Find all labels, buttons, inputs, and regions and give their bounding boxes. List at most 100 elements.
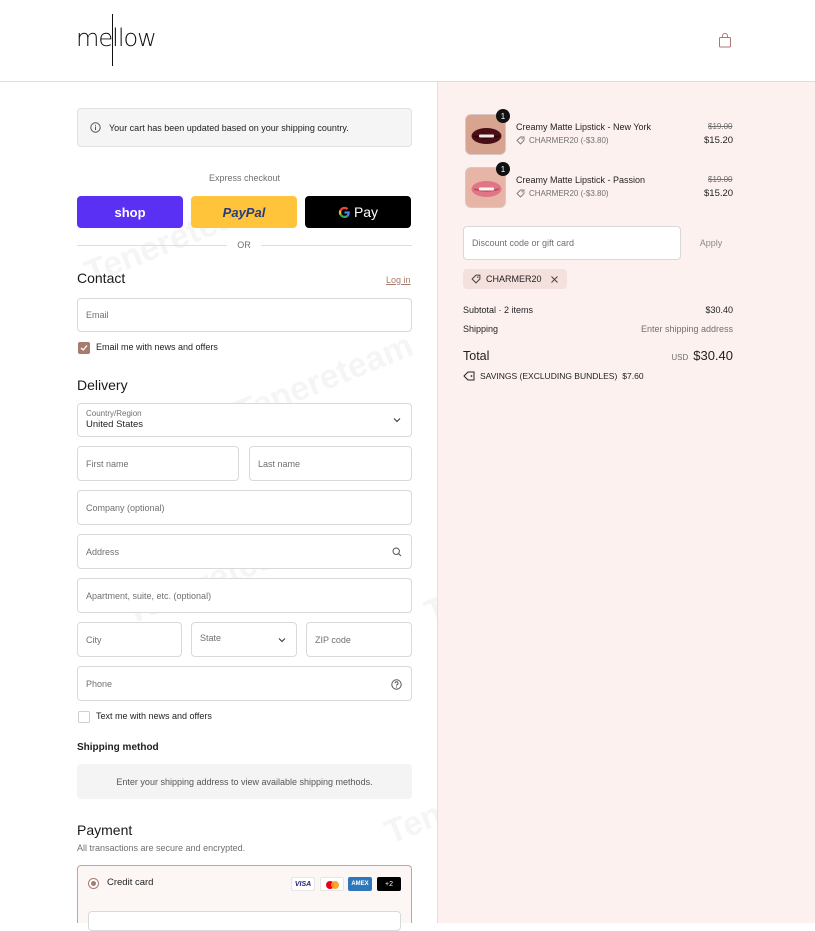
paypal-label: PayPal	[222, 204, 266, 220]
savings-row: SAVINGS (EXCLUDING BUNDLES) $7.60	[480, 371, 644, 381]
visa-label: VISA	[294, 880, 312, 888]
city-placeholder: City	[86, 634, 102, 645]
express-checkout-label: Express checkout	[208, 173, 281, 183]
country-select[interactable]: Country/Region United States	[77, 403, 412, 437]
credit-card-label: Credit card	[107, 877, 154, 888]
apply-label: Apply	[699, 238, 723, 248]
address-placeholder: Address	[86, 546, 120, 557]
credit-card-radio[interactable]	[88, 878, 99, 889]
cart-notice: Your cart has been updated based on your…	[77, 108, 412, 147]
item-name: Creamy Matte Lipstick - New York	[516, 122, 652, 132]
shipping-method-message: Enter your shipping address to view avai…	[116, 776, 373, 787]
more-cards-label: +2	[385, 880, 393, 888]
company-placeholder: Company (optional)	[86, 502, 165, 513]
savings-tag-icon	[463, 371, 475, 381]
item-name: Creamy Matte Lipstick - Passion	[516, 175, 646, 185]
item-discount: CHARMER20 (-$3.80)	[529, 136, 609, 145]
zip-field[interactable]: ZIP code	[306, 622, 412, 657]
shipping-value: Enter shipping address	[640, 324, 733, 334]
info-icon	[90, 122, 101, 133]
quantity-value: 1	[500, 111, 506, 121]
contact-heading: Contact	[77, 270, 126, 286]
item-discount: CHARMER20 (-$3.80)	[529, 189, 609, 198]
discount-code-placeholder: Discount code or gift card	[472, 238, 575, 248]
mastercard-icon	[320, 877, 344, 891]
chevron-down-icon	[393, 418, 401, 423]
item-original-price: $19.00	[708, 175, 733, 184]
last-name-placeholder: Last name	[258, 458, 301, 469]
tag-icon	[471, 274, 481, 284]
delivery-heading: Delivery	[77, 377, 128, 393]
google-pay-label: Pay	[353, 204, 379, 220]
zip-placeholder: ZIP code	[315, 634, 351, 645]
email-field[interactable]: Email	[77, 298, 412, 332]
payment-subtitle: All transactions are secure and encrypte…	[77, 843, 246, 853]
or-divider-label: OR	[237, 240, 251, 250]
company-field[interactable]: Company (optional)	[77, 490, 412, 525]
first-name-placeholder: First name	[86, 458, 129, 469]
help-icon[interactable]	[391, 679, 402, 690]
divider-left	[77, 245, 227, 246]
login-link[interactable]: Log in	[386, 275, 411, 285]
address-field[interactable]: Address	[77, 534, 412, 569]
apply-button[interactable]: Apply	[689, 226, 733, 260]
visa-icon: VISA	[291, 877, 315, 891]
shop-pay-button[interactable]: shop	[77, 196, 183, 228]
email-news-label: Email me with news and offers	[96, 342, 218, 352]
country-label: Country/Region	[86, 409, 142, 418]
subtotal-label: Subtotal · 2 items	[463, 305, 534, 315]
shipping-label: Shipping	[463, 324, 499, 334]
phone-field[interactable]: Phone	[77, 666, 412, 701]
total-label: Total	[463, 349, 490, 363]
search-icon	[392, 547, 402, 557]
paypal-button[interactable]: PayPal	[191, 196, 297, 228]
shop-pay-label: shop	[114, 204, 146, 220]
google-g-icon	[338, 206, 350, 218]
sms-news-checkbox[interactable]	[78, 711, 90, 723]
applied-code-tag: CHARMER20	[463, 269, 567, 289]
site-header: mellow	[0, 0, 815, 82]
google-pay-button[interactable]: Pay	[305, 196, 411, 228]
city-field[interactable]: City	[77, 622, 182, 657]
currency-label: USD	[671, 353, 689, 362]
shipping-method-box: Enter your shipping address to view avai…	[77, 764, 412, 799]
sms-news-label: Text me with news and offers	[96, 711, 212, 721]
state-placeholder: State	[200, 632, 222, 643]
applied-code-label: CHARMER20	[486, 274, 542, 284]
email-placeholder: Email	[86, 310, 109, 320]
first-name-field[interactable]: First name	[77, 446, 239, 481]
last-name-field[interactable]: Last name	[249, 446, 412, 481]
order-summary-panel	[437, 82, 815, 923]
credit-card-option[interactable]: Credit card VISA AMEX +2	[77, 865, 412, 931]
quantity-badge: 1	[496, 162, 510, 176]
apartment-field[interactable]: Apartment, suite, etc. (optional)	[77, 578, 412, 613]
card-number-field[interactable]	[88, 911, 401, 931]
close-icon[interactable]	[550, 275, 559, 284]
total-value: $30.40	[693, 348, 733, 363]
item-price: $15.20	[704, 135, 734, 146]
quantity-value: 1	[500, 164, 506, 174]
checkmark-icon	[80, 345, 88, 351]
apartment-placeholder: Apartment, suite, etc. (optional)	[86, 590, 212, 601]
more-cards-badge: +2	[377, 877, 401, 891]
tag-icon	[516, 136, 525, 145]
quantity-badge: 1	[496, 109, 510, 123]
cart-notice-text: Your cart has been updated based on your…	[109, 122, 349, 133]
state-select[interactable]: State	[191, 622, 297, 657]
savings-label: SAVINGS (EXCLUDING BUNDLES)	[480, 371, 618, 381]
total-amount: USD $30.40	[671, 348, 733, 363]
brand-logo[interactable]: mellow	[76, 14, 157, 66]
subtotal-value: $30.40	[705, 305, 733, 315]
amex-icon: AMEX	[348, 877, 372, 891]
divider-right	[261, 245, 412, 246]
payment-heading: Payment	[77, 822, 133, 838]
shopping-bag-icon[interactable]	[718, 33, 732, 48]
discount-code-field[interactable]: Discount code or gift card	[463, 226, 681, 260]
item-price: $15.20	[704, 188, 734, 199]
tag-icon	[516, 189, 525, 198]
country-value: United States	[86, 419, 144, 430]
item-original-price: $19.00	[708, 122, 733, 131]
amex-label: AMEX	[351, 881, 369, 887]
email-news-checkbox[interactable]	[78, 342, 90, 354]
phone-placeholder: Phone	[86, 678, 113, 689]
